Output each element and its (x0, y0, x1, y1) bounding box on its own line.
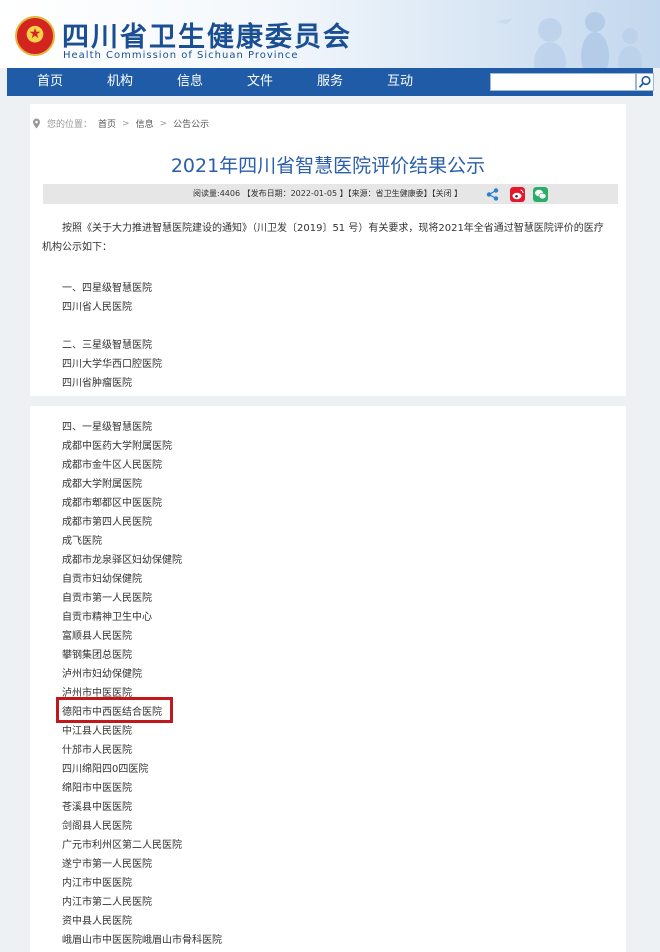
hospital-item: 内江市第二人民医院 (62, 897, 152, 908)
hospital-item: 自贡市精神卫生中心 (62, 612, 152, 623)
hospital-item: 攀钢集团总医院 (62, 650, 132, 661)
hospital-item: 剑阁县人民医院 (62, 821, 132, 832)
hospital-item: 自贡市妇幼保健院 (62, 574, 142, 585)
search-button[interactable] (636, 73, 654, 91)
article-title: 2021年四川省智慧医院评价结果公示 (170, 155, 486, 177)
hospital-item: 成飞医院 (62, 536, 102, 547)
site-subtitle: Health Commission of Sichuan Province (63, 50, 299, 61)
hospital-item: 泸州市妇幼保健院 (62, 669, 142, 680)
national-emblem-icon (15, 16, 55, 56)
hospital-item: 什邡市人民医院 (62, 745, 132, 756)
hospital-item: 遂宁市第一人民医院 (62, 859, 152, 870)
hospital-item: 成都中医药大学附属医院 (62, 441, 172, 452)
nav-interaction[interactable]: 互动 (365, 68, 435, 96)
hospital-item: 富顺县人民医院 (62, 631, 132, 642)
hospital-item: 苍溪县中医医院 (62, 802, 132, 813)
hospital-item: 成都市龙泉驿区妇幼保健院 (62, 555, 182, 566)
breadcrumb-home[interactable]: 首页 (98, 117, 116, 130)
section-heading-one-star: 四、一星级智慧医院 (62, 422, 152, 433)
breadcrumb-separator: > (122, 118, 130, 129)
wechat-icon[interactable] (533, 187, 548, 202)
hospital-item: 成都市郫都区中医医院 (62, 498, 162, 509)
nav-information[interactable]: 信息 (155, 68, 225, 96)
hospital-item: 四川省人民医院 (62, 302, 132, 313)
article-intro: 按照《关于大力推进智慧医院建设的通知》（川卫发〔2019〕51 号）有关要求，现… (42, 223, 604, 253)
hospital-item: 峨眉山市中医医院峨眉山市骨科医院 (62, 935, 222, 946)
hospital-item: 中江县人民医院 (62, 726, 132, 737)
site-header: 四川省卫生健康委员会 Health Commission of Sichuan … (0, 0, 660, 68)
location-pin-icon (33, 118, 40, 129)
search-input[interactable] (490, 73, 636, 91)
nav-services[interactable]: 服务 (295, 68, 365, 96)
breadcrumb-information[interactable]: 信息 (136, 117, 154, 130)
hospital-item: 成都市第四人民医院 (62, 517, 152, 528)
hospital-item: 内江市中医医院 (62, 878, 132, 889)
hospital-item: 绵阳市中医医院 (62, 783, 132, 794)
site-title[interactable]: 四川省卫生健康委员会 (62, 15, 352, 54)
highlight-box (56, 697, 173, 723)
breadcrumb-prefix: 您的位置： (47, 120, 93, 130)
article-meta[interactable]: 阅读量:4406 【发布日期：2022-01-05 】【来源：省卫生健康委】【关… (193, 184, 462, 204)
share-icon[interactable] (485, 187, 500, 202)
weibo-icon[interactable] (510, 187, 525, 202)
hospital-item: 广元市利州区第二人民医院 (62, 840, 182, 851)
hospital-item: 自贡市第一人民医院 (62, 593, 152, 604)
search-icon (638, 75, 651, 88)
main-nav: 首页 机构 信息 文件 服务 互动 (7, 68, 654, 96)
article-info-bar: 阅读量:4406 【发布日期：2022-01-05 】【来源：省卫生健康委】【关… (43, 184, 618, 204)
section-heading-four-star: 一、四星级智慧医院 (62, 283, 152, 294)
hospital-item: 资中县人民医院 (62, 916, 132, 927)
hospital-item: 四川大学华西口腔医院 (62, 359, 162, 370)
section-heading-three-star: 二、三星级智慧医院 (62, 340, 152, 351)
breadcrumb-announcements[interactable]: 公告公示 (173, 117, 209, 130)
nav-documents[interactable]: 文件 (225, 68, 295, 96)
nav-home[interactable]: 首页 (15, 68, 85, 96)
hospital-item: 四川省肿瘤医院 (62, 378, 132, 389)
hospital-item: 成都大学附属医院 (62, 479, 142, 490)
header-decoration (495, 12, 642, 68)
breadcrumb-separator: > (159, 118, 168, 129)
breadcrumb: 您的位置： 首页 > 信息 > 公告公示 (32, 117, 209, 130)
hospital-item: 成都市金牛区人民医院 (62, 460, 162, 471)
hospital-item: 四川绵阳四0四医院 (62, 764, 149, 775)
nav-organization[interactable]: 机构 (85, 68, 155, 96)
